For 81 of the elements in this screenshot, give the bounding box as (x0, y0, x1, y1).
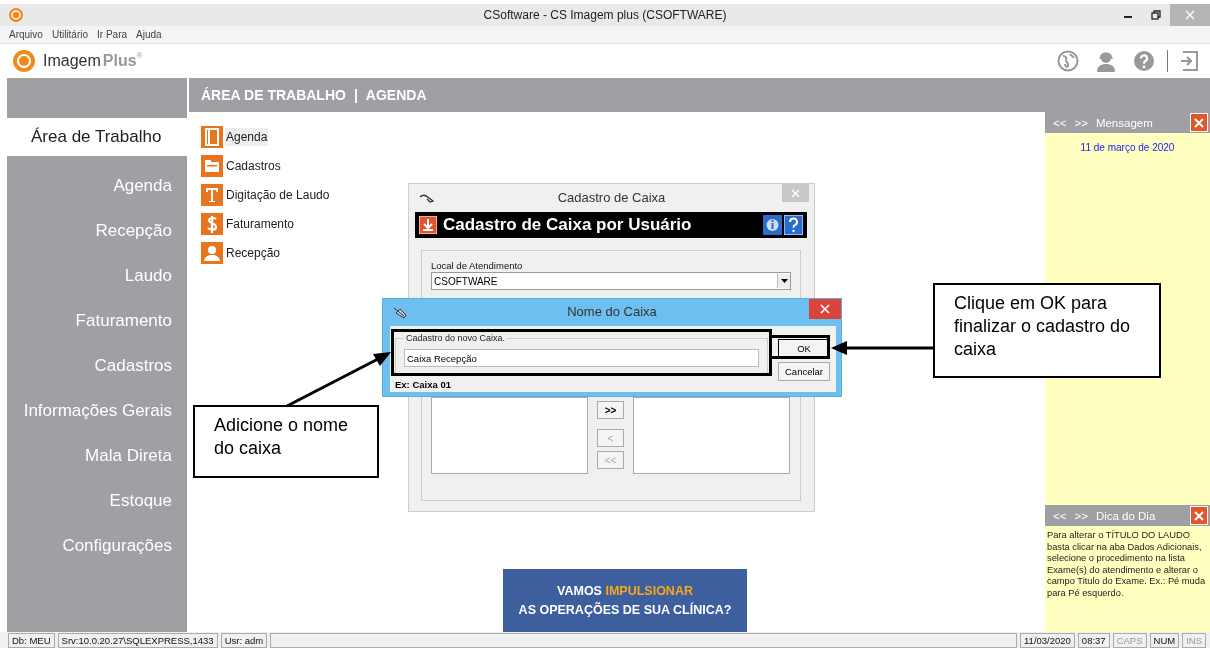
tip-text: Para alterar o TÍTULO DO LAUDO basta clicar na aba Dados Adicionais, selecione o procedimento na lista Exame(s) do atendimento e alterar o campo Titulo do Exame. Ex.: Pé muda para Pé esquerdo. (1046, 529, 1207, 600)
status-cell: INS (1182, 633, 1206, 648)
breadcrumb-item[interactable]: AGENDA (365, 87, 427, 103)
menu-item[interactable]: Arquivo (4, 29, 47, 40)
folder-icon (201, 155, 223, 177)
previous-button[interactable]: << (1053, 116, 1067, 129)
sidebar-item[interactable]: Faturamento (7, 298, 187, 343)
close-icon (1185, 10, 1195, 20)
person-icon (201, 242, 223, 264)
exit-icon[interactable] (1178, 50, 1200, 72)
app-logo: ImagemPlus$^{®}$ (43, 51, 143, 71)
next-button[interactable]: >> (1074, 116, 1088, 129)
dialog-title: Cadastro de Caixa (557, 190, 666, 205)
sidebar-item[interactable]: Informações Gerais (7, 388, 187, 433)
restore-icon (1151, 10, 1161, 20)
sidebar-item[interactable]: Recepção (7, 208, 187, 253)
close-icon (820, 304, 830, 314)
status-cell: CAPS (1112, 633, 1147, 648)
shortcut-link[interactable]: Recepção (225, 244, 282, 262)
window-title: CSoftware - CS Imagem plus (CSOFTWARE) (483, 8, 727, 22)
sidebar-item[interactable]: Agenda (7, 163, 187, 208)
app-logo-icon (9, 8, 23, 22)
app-logo-icon (13, 50, 35, 72)
next-button[interactable]: >> (1074, 509, 1088, 522)
dialog-title: Nome do Caixa (567, 304, 657, 319)
promo-banner[interactable]: VAMOS IMPULSIONAR AS OPERAÇÕES DE SUA CLÍNICA? (503, 569, 747, 632)
pen-icon (419, 192, 435, 203)
panel-title: Dica do Dia (1095, 509, 1156, 522)
close-icon (1194, 117, 1204, 128)
shortcut-link[interactable]: Cadastros (225, 157, 282, 175)
sidebar-item[interactable]: Configurações (7, 523, 187, 568)
shortcut-link[interactable]: Faturamento (225, 215, 296, 233)
headset-person-icon[interactable] (1095, 50, 1117, 72)
letter-icon (201, 184, 223, 206)
callout-box: Adicione o nome do caixa (193, 405, 379, 478)
name-input[interactable]: Caixa Recepção (404, 349, 759, 367)
field-label: Local de Atendimento (431, 260, 524, 271)
book-icon (201, 126, 223, 148)
banner-text: AS OPERAÇÕES DE SUA CLÍNICA? (518, 603, 732, 617)
shortcut-link[interactable]: Agenda (225, 128, 269, 146)
sidebar-item[interactable]: Estoque (7, 478, 187, 523)
shortcut-link[interactable]: Digitação de Laudo (225, 186, 331, 204)
status-cell: NUM (1149, 633, 1180, 648)
menu-item[interactable]: Utilitário (46, 29, 93, 40)
message-date: 11 de março de 2020 (1079, 141, 1176, 153)
status-cell: Db: MEU (8, 633, 55, 648)
panel-title: Mensagem (1095, 116, 1153, 129)
close-button[interactable] (1190, 113, 1208, 132)
cancel-button[interactable]: Cancelar (778, 362, 830, 381)
previous-button[interactable]: << (1053, 509, 1067, 522)
close-button[interactable] (809, 299, 841, 319)
banner-text: VAMOS IMPULSIONAR (557, 584, 693, 598)
sidebar-item[interactable]: Cadastros (7, 343, 187, 388)
breadcrumb-item[interactable]: ÁREA DE TRABALHO (201, 87, 346, 103)
menu-item[interactable]: Ajuda (131, 29, 166, 40)
info-icon[interactable] (763, 215, 782, 235)
help-icon[interactable] (1133, 50, 1155, 72)
list-box[interactable] (431, 397, 588, 474)
help-icon[interactable] (784, 215, 803, 235)
status-cell: Usr: adm (220, 633, 268, 648)
move-button[interactable]: >> (597, 401, 624, 419)
location-dropdown[interactable]: CSOFTWARE (431, 272, 791, 290)
close-button[interactable] (1190, 506, 1208, 525)
status-cell: 11/03/2020 (1020, 633, 1075, 648)
globe-icon[interactable] (1057, 50, 1079, 72)
download-icon (419, 216, 437, 234)
close-icon (1194, 510, 1204, 521)
menu-item[interactable]: Ir Para (92, 29, 132, 40)
list-box[interactable] (633, 397, 790, 474)
sidebar-item[interactable]: Laudo (7, 253, 187, 298)
sidebar-item[interactable]: Mala Direta (7, 433, 187, 478)
sidebar-item[interactable]: Área de Trabalho (7, 118, 187, 156)
dropdown-arrow-icon (780, 279, 788, 283)
dollar-icon (201, 213, 223, 235)
hint-text: Ex: Caixa 01 (395, 379, 452, 390)
callout-box: Clique em OK para finalizar o cadastro do caixa (933, 283, 1161, 378)
status-cell: Srv:10.0.20.27\SQLEXPRESS,1433 (57, 633, 218, 648)
separator: | (353, 87, 358, 103)
status-cell: 08:37 (1077, 633, 1110, 648)
close-icon (791, 188, 800, 198)
dialog-heading: Cadastro de Caixa por Usuário (443, 215, 692, 235)
